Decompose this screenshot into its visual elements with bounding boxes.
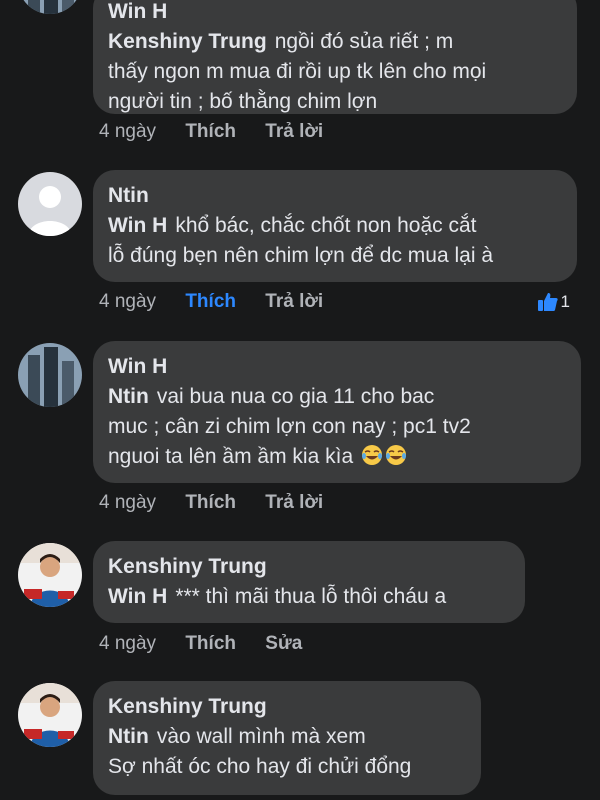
reply-button[interactable]: Trả lời <box>265 492 323 513</box>
comment-meta: 4 ngày Thích Sửa <box>99 630 326 658</box>
laughing-emoji-icon <box>385 445 406 465</box>
comment-time: 4 ngày <box>99 633 157 654</box>
comment-author[interactable]: Kenshiny Trung <box>108 552 509 582</box>
comment-time: 4 ngày <box>99 291 157 312</box>
reply-button[interactable]: Trả lời <box>265 291 323 312</box>
comment-meta: 4 ngày Thích Trả lời <box>99 118 347 146</box>
person-avatar[interactable] <box>18 543 82 607</box>
edit-button[interactable]: Sửa <box>265 633 302 654</box>
reply-button[interactable]: Trả lời <box>265 121 323 142</box>
like-button[interactable]: Thích <box>185 633 236 654</box>
building-avatar[interactable] <box>18 343 82 407</box>
mention-tag[interactable]: Ntin <box>108 385 149 408</box>
comment-bubble: Win H Ntin vai bua nua co gia 11 cho bac … <box>93 341 581 483</box>
mention-tag[interactable]: Ntin <box>108 725 149 748</box>
laughing-emoji-icon <box>361 445 382 465</box>
mention-tag[interactable]: Kenshiny Trung <box>108 30 267 53</box>
comment-author[interactable]: Kenshiny Trung <box>108 692 465 722</box>
thumbs-up-icon <box>537 293 558 311</box>
reaction-count-label: 1 <box>560 292 570 311</box>
comment-author[interactable]: Win H <box>108 352 565 382</box>
comment-author[interactable]: Ntin <box>108 181 561 211</box>
like-button[interactable]: Thích <box>185 492 236 513</box>
like-button[interactable]: Thích <box>185 121 236 142</box>
building-avatar[interactable] <box>18 0 82 14</box>
comment-meta: 4 ngày Thích Trả lời <box>99 288 347 316</box>
comment-bubble: Win H Kenshiny Trung ngồi đó sủa riết ; m… <box>93 0 577 114</box>
comment-bubble: Kenshiny Trung Ntin vào wall mình mà xem … <box>93 681 481 795</box>
like-button[interactable]: Thích <box>185 291 236 312</box>
default-avatar[interactable] <box>18 172 82 236</box>
comment-meta: 4 ngày Thích Trả lời <box>99 489 347 517</box>
comment-bubble: Ntin Win Hkhổ bác, chắc chốt non hoặc cắ… <box>93 170 577 282</box>
mention-tag[interactable]: Win H <box>108 585 167 608</box>
comment-text: Ntin vai bua nua co gia 11 cho bac muc ; … <box>108 385 471 468</box>
comment-time: 4 ngày <box>99 492 157 513</box>
comment-time: 4 ngày <box>99 121 157 142</box>
reaction-count[interactable]: 1 <box>537 291 570 313</box>
person-avatar[interactable] <box>18 683 82 747</box>
comment-text: Win H *** thì mãi thua lỗ thôi cháu a <box>108 585 447 608</box>
comment-author[interactable]: Win H <box>108 0 561 27</box>
comment-text: Ntin vào wall mình mà xem Sợ nhất óc cho … <box>108 725 412 778</box>
comment-text: Win Hkhổ bác, chắc chốt non hoặc cắt lỗ … <box>108 214 494 267</box>
comment-bubble: Kenshiny Trung Win H *** thì mãi thua lỗ … <box>93 541 525 623</box>
comment-text: Kenshiny Trung ngồi đó sủa riết ; m thấy … <box>108 30 487 113</box>
mention-tag[interactable]: Win H <box>108 214 167 237</box>
